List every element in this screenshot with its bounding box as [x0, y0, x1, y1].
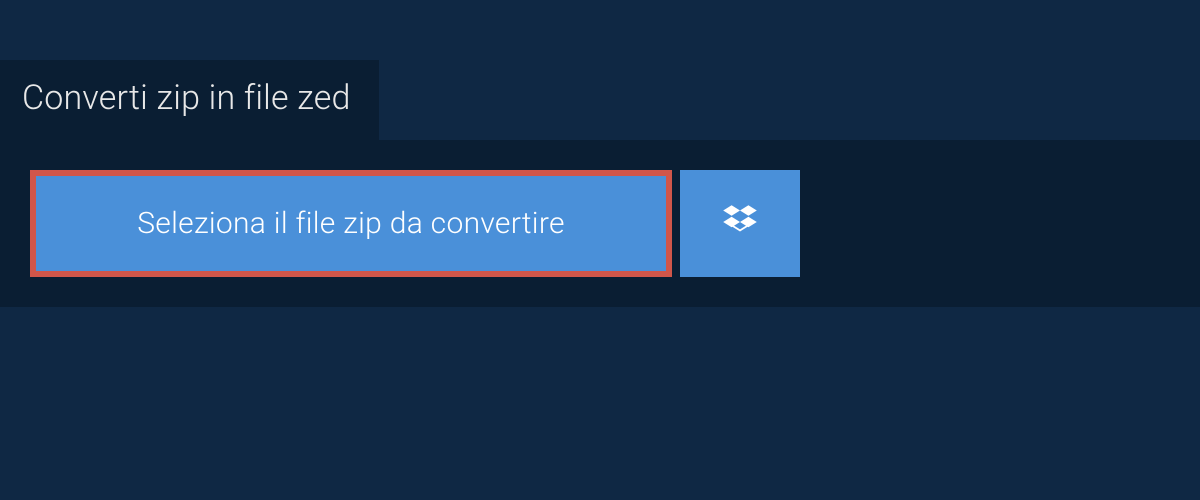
tab-title: Converti zip in file zed [22, 78, 351, 118]
dropbox-icon [719, 201, 761, 247]
upload-panel: Seleziona il file zip da convertire [0, 140, 1200, 307]
upload-area: Seleziona il file zip da convertire [30, 170, 800, 277]
dropbox-button[interactable] [680, 170, 800, 277]
select-file-button[interactable]: Seleziona il file zip da convertire [30, 170, 672, 277]
tab-bar: Converti zip in file zed [0, 0, 1200, 140]
select-file-label: Seleziona il file zip da convertire [137, 206, 565, 241]
tab-convert[interactable]: Converti zip in file zed [0, 60, 379, 140]
